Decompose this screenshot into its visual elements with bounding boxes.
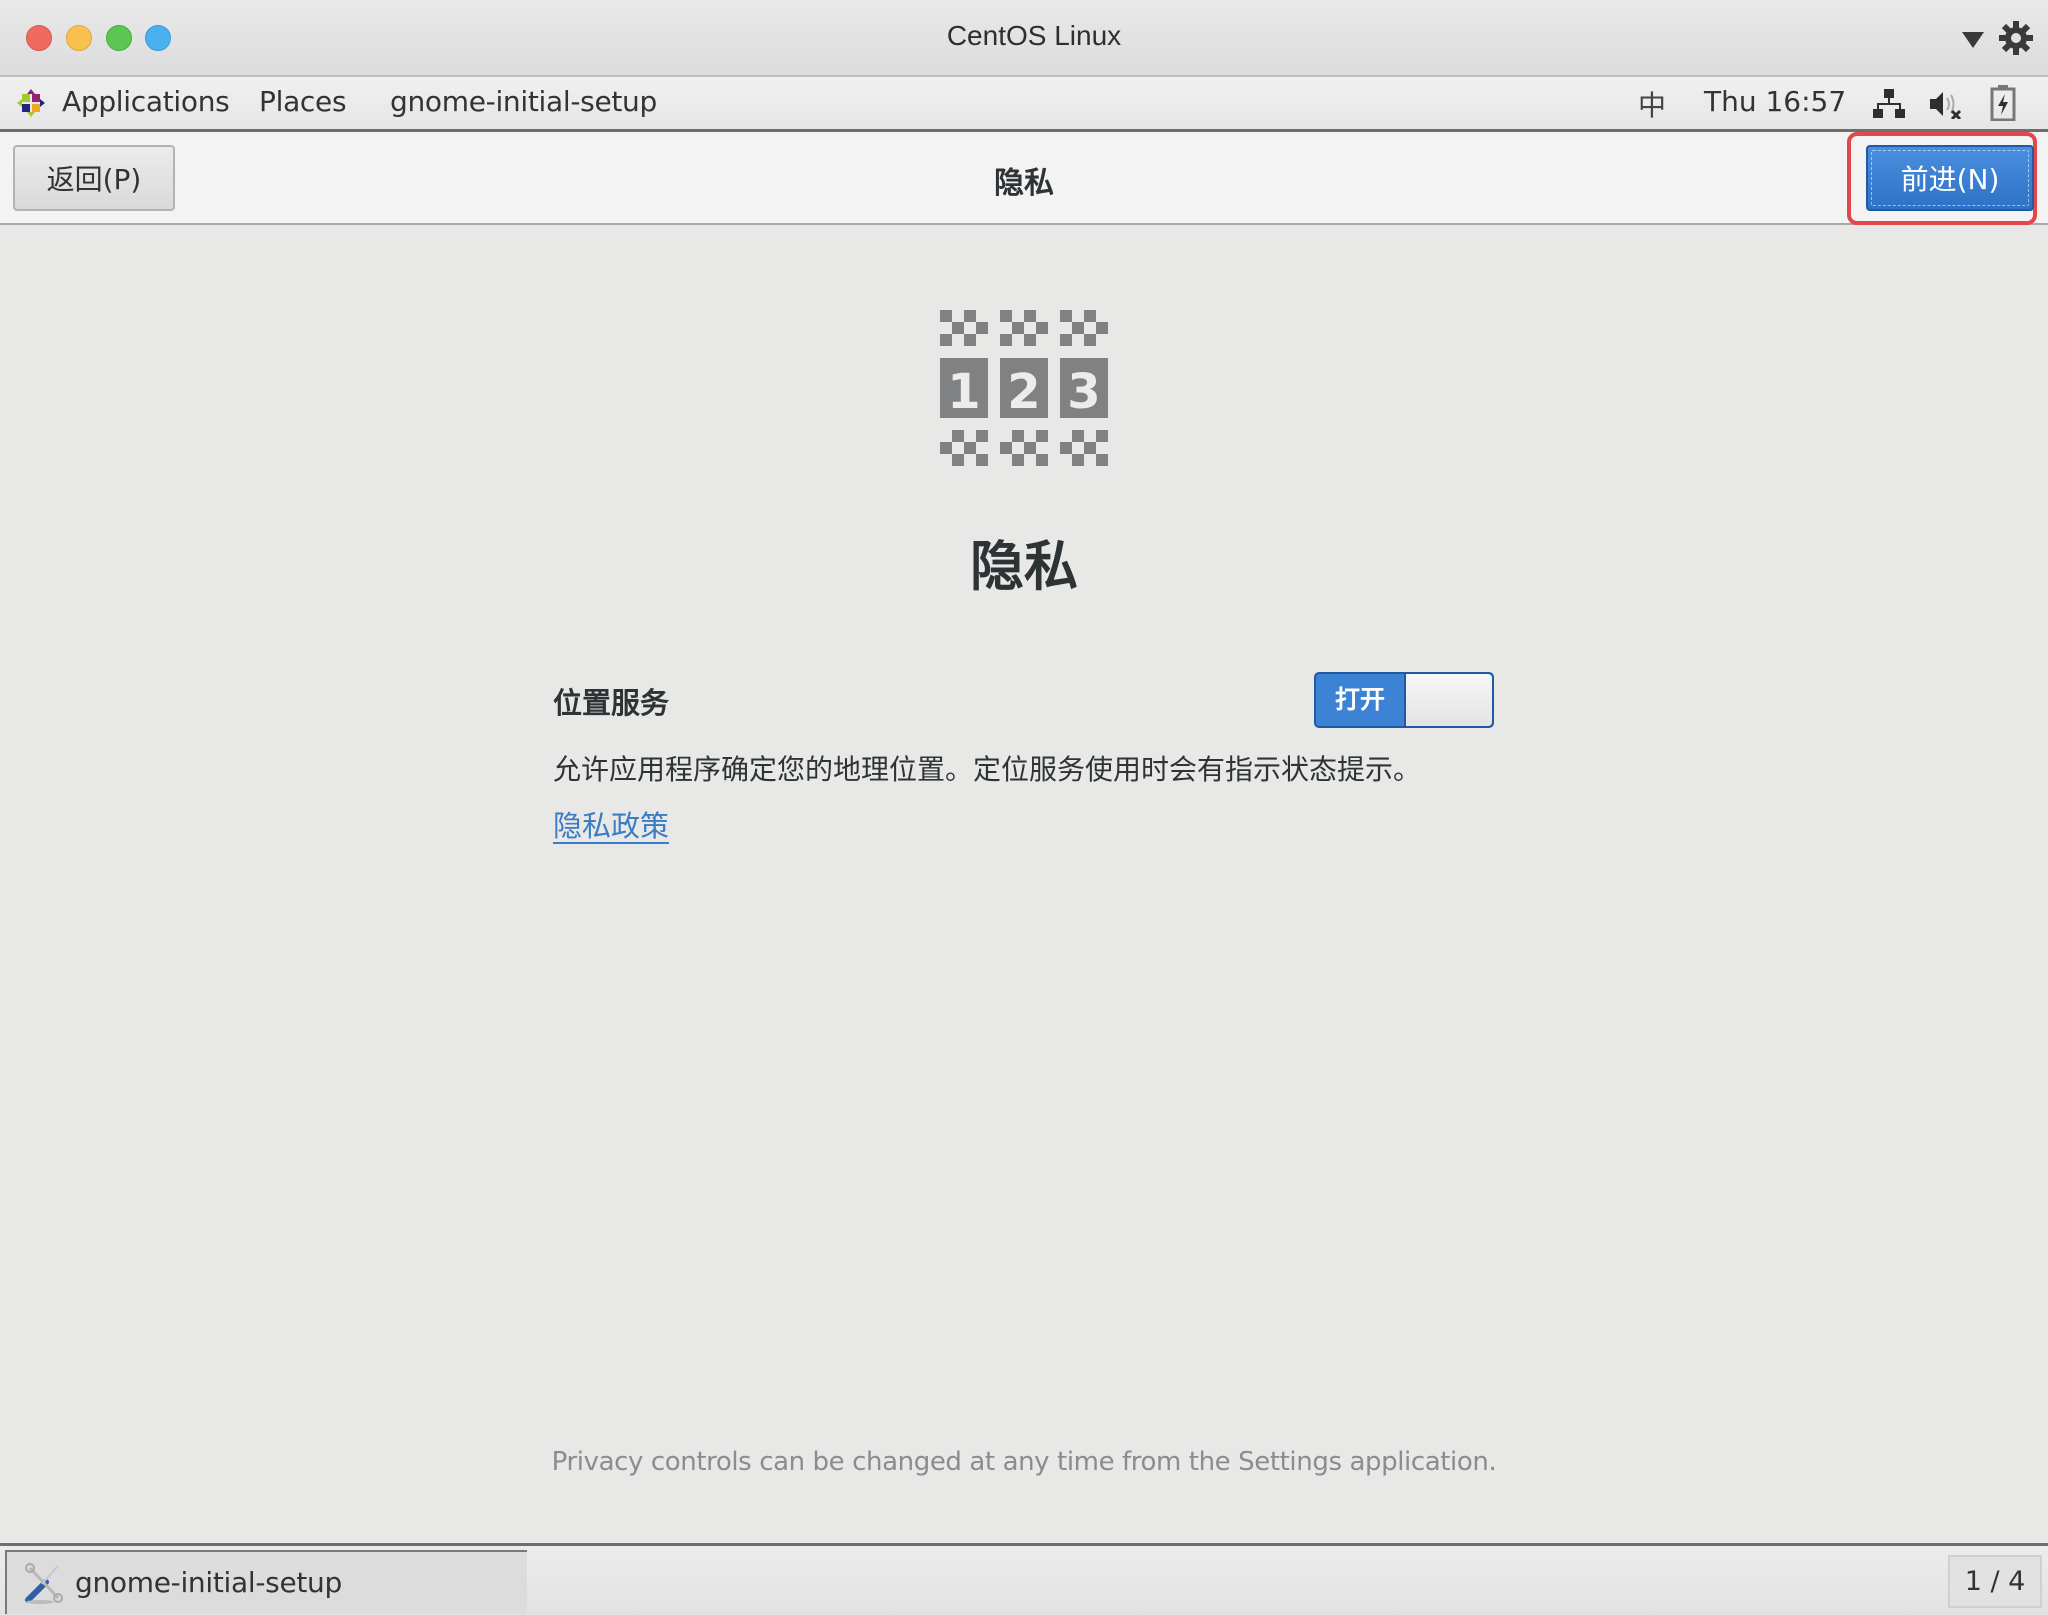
checker-cell — [1060, 334, 1072, 346]
centos-logo-icon[interactable] — [17, 89, 45, 117]
volume-muted-icon[interactable] — [1928, 89, 1964, 119]
checker-cell — [940, 334, 952, 346]
checker-cell — [1036, 454, 1048, 466]
checker-cell — [1024, 310, 1036, 322]
location-services-description: 允许应用程序确定您的地理位置。定位服务使用时会有指示状态提示。 — [553, 753, 1422, 786]
checker-cell — [1012, 322, 1024, 334]
header-bar: 返回(P) 隐私 前进(N) — [0, 132, 2048, 225]
checker-cell — [1036, 322, 1048, 334]
checker-cell — [1084, 442, 1096, 454]
checker-cell — [976, 322, 988, 334]
top-panel: Applications Places gnome-initial-setup … — [0, 77, 2048, 132]
checker-cell — [1000, 310, 1012, 322]
privacy-policy-link[interactable]: 隐私政策 — [553, 803, 669, 845]
workspace-indicator[interactable]: 1 / 4 — [1948, 1555, 2042, 1608]
checker-cell — [1096, 322, 1108, 334]
digit-glyph: 2 — [1007, 364, 1040, 420]
input-method-indicator[interactable]: 中 — [1638, 84, 1666, 124]
checker-cell — [976, 454, 988, 466]
menu-places[interactable]: Places — [259, 85, 347, 118]
checker-cell — [1084, 310, 1096, 322]
checker-cell — [1012, 430, 1024, 442]
checker-cell — [1000, 334, 1012, 346]
checker-cell — [952, 454, 964, 466]
window-titlebar: CentOS Linux — [0, 0, 2048, 77]
location-services-label: 位置服务 — [553, 686, 670, 720]
digit-glyph: 1 — [947, 364, 980, 420]
checker-cell — [1072, 430, 1084, 442]
checker-cell — [1036, 430, 1048, 442]
checker-cell — [1060, 442, 1072, 454]
checker-cell — [1096, 430, 1108, 442]
next-button-label: 前进(N) — [1900, 163, 2000, 196]
dropdown-triangle-icon[interactable] — [1962, 32, 1984, 48]
checker-cell — [964, 442, 976, 454]
checker-cell — [1000, 442, 1012, 454]
clock[interactable]: Thu 16:57 — [1704, 85, 1846, 118]
checker-cell — [1024, 442, 1036, 454]
checker-cell — [1024, 334, 1036, 346]
checker-cell — [964, 310, 976, 322]
toggle-knob[interactable] — [1404, 674, 1492, 726]
digit-glyph: 3 — [1067, 364, 1100, 420]
page-title: 隐私 — [970, 535, 1078, 598]
footer-note: Privacy controls can be changed at any t… — [551, 1447, 1497, 1477]
menu-current-app[interactable]: gnome-initial-setup — [390, 85, 657, 118]
header-title: 隐私 — [994, 166, 1054, 201]
checker-cell — [952, 430, 964, 442]
gear-icon[interactable] — [1998, 20, 2034, 56]
checker-cell — [1072, 454, 1084, 466]
battery-charging-icon[interactable] — [1990, 85, 2016, 121]
checker-cell — [952, 322, 964, 334]
bottom-taskbar: gnome-initial-setup 1 / 4 — [0, 1543, 2048, 1615]
location-services-toggle[interactable]: 打开 — [1314, 672, 1494, 728]
checker-cell — [940, 442, 952, 454]
toggle-state-label: 打开 — [1334, 685, 1385, 714]
checker-cell — [1096, 454, 1108, 466]
network-wired-icon[interactable] — [1872, 89, 1906, 119]
checker-cell — [1084, 334, 1096, 346]
privacy-123-icon: 123 — [940, 310, 1108, 466]
checker-cell — [940, 310, 952, 322]
next-button[interactable]: 前进(N) — [1866, 145, 2034, 211]
checker-cell — [1060, 310, 1072, 322]
window-title: CentOS Linux — [946, 20, 1122, 51]
menu-applications[interactable]: Applications — [62, 85, 230, 118]
taskbar-item-label: gnome-initial-setup — [75, 1566, 342, 1599]
tools-icon — [25, 1563, 63, 1604]
checker-cell — [964, 334, 976, 346]
checker-cell — [976, 430, 988, 442]
checker-cell — [1072, 322, 1084, 334]
checker-cell — [1012, 454, 1024, 466]
taskbar-item-gnome-initial-setup[interactable]: gnome-initial-setup — [5, 1550, 527, 1614]
